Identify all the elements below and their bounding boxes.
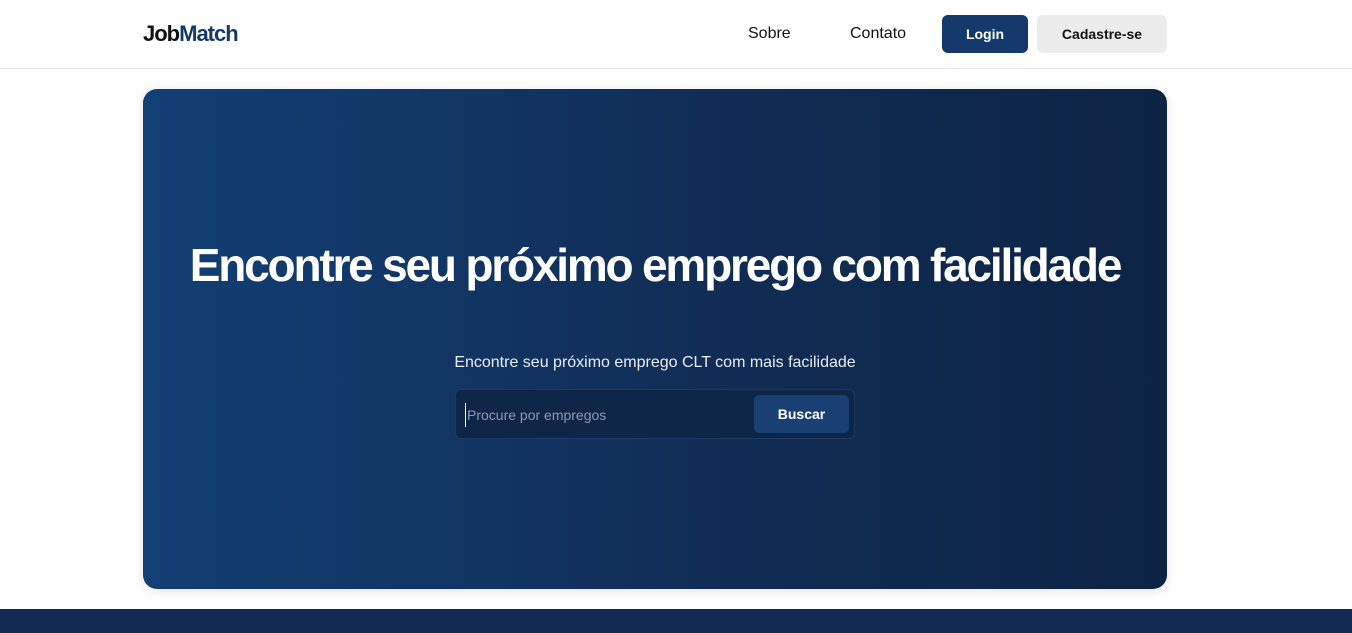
hero-banner: Encontre seu próximo emprego com facilid…: [143, 89, 1167, 589]
top-navbar: JobMatch Sobre Contato Login Cadastre-se: [0, 0, 1352, 69]
logo-text-match: Match: [179, 21, 239, 46]
job-search-box: Buscar: [455, 389, 855, 439]
signup-button[interactable]: Cadastre-se: [1037, 15, 1167, 53]
search-button[interactable]: Buscar: [754, 395, 849, 433]
footer-bar: [0, 609, 1352, 633]
logo-text-job: Job: [143, 21, 180, 46]
jobmatch-logo[interactable]: JobMatch: [143, 19, 239, 49]
hero-title: Encontre seu próximo emprego com facilid…: [189, 239, 1123, 291]
job-search-input[interactable]: [465, 403, 745, 427]
login-button[interactable]: Login: [942, 15, 1028, 53]
hero-subtitle: Encontre seu próximo emprego CLT com mai…: [454, 354, 856, 371]
nav-link-contato[interactable]: Contato: [850, 24, 906, 44]
nav-link-sobre[interactable]: Sobre: [748, 24, 791, 44]
